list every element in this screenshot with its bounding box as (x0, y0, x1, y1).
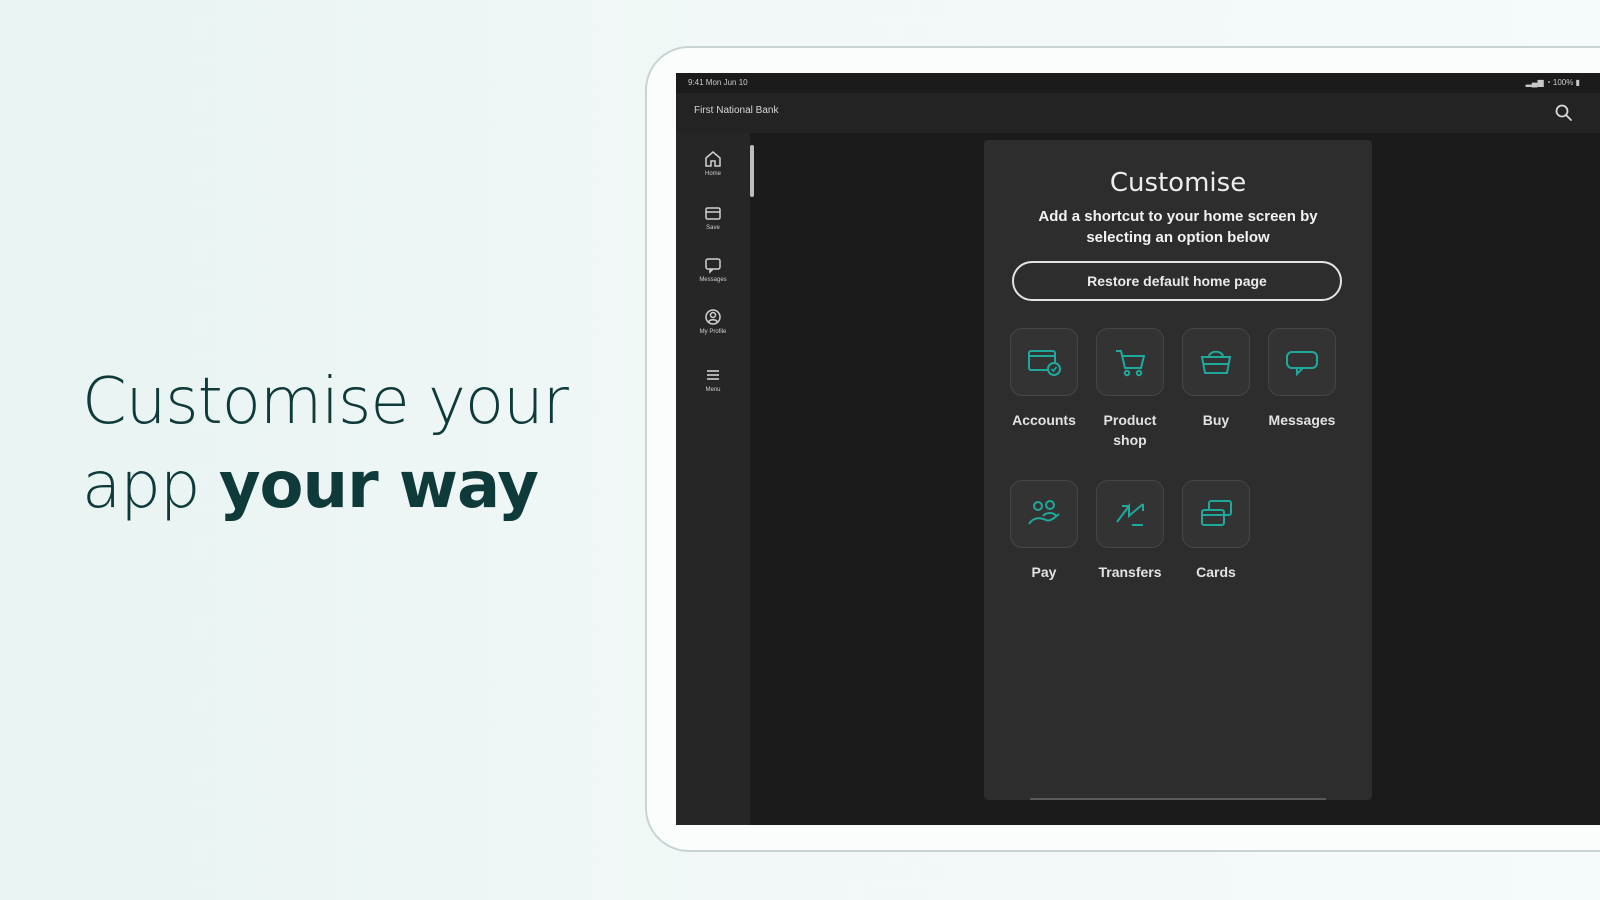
shortcut-tile[interactable] (1096, 328, 1164, 396)
wallet-icon (705, 207, 721, 220)
home-icon (705, 151, 721, 167)
shortcut-label: Transfers (1098, 564, 1162, 580)
shortcut-messages[interactable]: Messages (1262, 328, 1342, 430)
panel-subtitle: Add a shortcut to your home screen by se… (1038, 208, 1318, 246)
navigation-rail: Home Save Messages My Profile Menu (676, 133, 750, 825)
app-bar: First National Bank (676, 93, 1600, 133)
shortcut-label: Buy (1202, 412, 1230, 428)
rail-item-label: Save (706, 225, 720, 231)
customise-panel: Customise Add a shortcut to your home sc… (984, 140, 1372, 800)
rail-item-home[interactable]: Home (692, 149, 734, 197)
tablet-screen: 9:41 Mon Jun 10 ▂▄▆ ◔ 100% ▮ First Natio… (676, 73, 1600, 825)
rail-item-label: Home (704, 171, 721, 177)
bank-name: First National Bank (694, 105, 779, 116)
rail-item-messages[interactable]: Messages (692, 255, 734, 303)
menu-icon (707, 370, 719, 380)
shortcut-tile[interactable] (1096, 480, 1164, 548)
shortcut-tile[interactable] (1182, 328, 1250, 396)
shortcut-label: Cards (1196, 564, 1236, 580)
shortcut-transfers[interactable]: Transfers (1090, 480, 1170, 582)
message-icon (705, 258, 721, 274)
shortcut-tile[interactable] (1010, 480, 1078, 548)
status-time: 9:41 Mon Jun 10 (688, 78, 748, 87)
panel-bottom-divider (1030, 798, 1326, 800)
cards-icon (1201, 500, 1232, 526)
shortcut-tile[interactable] (1182, 480, 1250, 548)
panel-title: Customise (1109, 168, 1247, 198)
shortcut-label: Accounts (1012, 412, 1076, 428)
status-bar: 9:41 Mon Jun 10 ▂▄▆ ◔ 100% ▮ (676, 73, 1600, 93)
rail-item-menu[interactable]: Menu (692, 365, 734, 413)
rail-scrollbar[interactable] (750, 145, 754, 197)
rail-item-profile[interactable]: My Profile (692, 307, 734, 355)
profile-icon (705, 309, 721, 325)
shortcut-label: Product shop (1103, 412, 1157, 448)
rail-item-save[interactable]: Save (692, 203, 734, 251)
basket-icon (1200, 350, 1232, 374)
rail-item-label: Messages (699, 277, 727, 283)
hero-line-2: app your way (82, 444, 568, 528)
hero-line-1: Customise your (82, 365, 569, 439)
hero-heading: Customise your app your way (82, 360, 569, 528)
rail-item-label: Menu (705, 387, 721, 393)
shortcut-buy[interactable]: Buy (1176, 328, 1256, 430)
shortcut-label: Messages (1268, 412, 1336, 428)
search-icon[interactable] (1554, 103, 1574, 123)
chat-icon (1286, 351, 1318, 377)
hero-line-2-bold: your way (218, 449, 539, 523)
shortcut-accounts[interactable]: Accounts (1004, 328, 1084, 430)
hero-line-2-plain: app (82, 449, 219, 523)
shortcut-tile[interactable] (1268, 328, 1336, 396)
shortcut-cards[interactable]: Cards (1176, 480, 1256, 582)
status-indicators: ▂▄▆ ◔ 100% ▮ (1525, 78, 1580, 87)
restore-default-button[interactable]: Restore default home page (1012, 261, 1342, 301)
rail-item-label: My Profile (699, 329, 727, 335)
cart-icon (1116, 350, 1146, 377)
shortcut-label: Pay (1031, 564, 1057, 580)
shortcut-product-shop[interactable]: Product shop (1090, 328, 1170, 450)
shortcut-pay[interactable]: Pay (1004, 480, 1084, 582)
transfer-icon (1116, 503, 1144, 526)
shortcut-tile[interactable] (1010, 328, 1078, 396)
pay-icon (1028, 500, 1060, 525)
accounts-icon (1028, 350, 1061, 376)
